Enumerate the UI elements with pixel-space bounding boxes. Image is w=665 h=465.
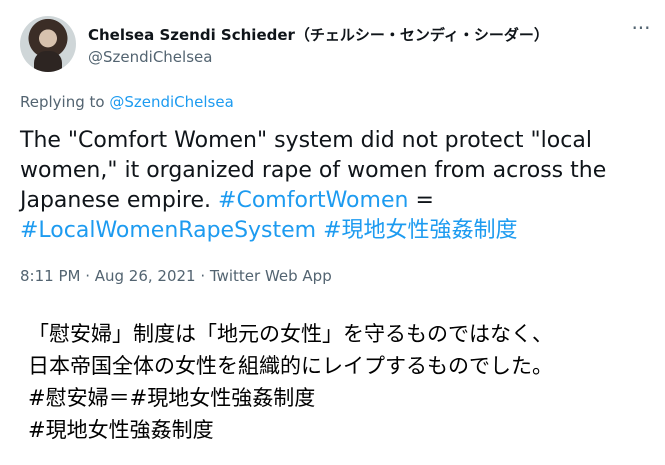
translation-line: #慰安婦＝#現地女性強姦制度: [28, 386, 316, 410]
translation-line: #現地女性強姦制度: [28, 418, 214, 442]
translation-line: 日本帝国全体の女性を組織的にレイプするものでした。: [28, 354, 553, 378]
tweet-card: Chelsea Szendi Schieder（チェルシー・センディ・シーダー）…: [0, 0, 665, 300]
equals-separator: =: [415, 188, 434, 213]
translation-line: 「慰安婦」制度は「地元の女性」を守るものではなく、: [28, 322, 553, 346]
japanese-translation: 「慰安婦」制度は「地元の女性」を守るものではなく、 日本帝国全体の女性を組織的に…: [28, 318, 648, 446]
reply-prefix: Replying to: [20, 93, 105, 111]
hashtag-localwomenrapesystem[interactable]: #LocalWomenRapeSystem: [20, 218, 316, 243]
hashtag-japanese[interactable]: #現地女性強姦制度: [323, 218, 517, 243]
hashtag-comfortwomen[interactable]: #ComfortWomen: [218, 188, 408, 213]
tweet-text: The "Comfort Women" system did not prote…: [20, 126, 645, 246]
tweet-timestamp[interactable]: 8:11 PM · Aug 26, 2021 · Twitter Web App: [20, 267, 332, 285]
reply-to-link[interactable]: @SzendiChelsea: [109, 93, 233, 111]
author-handle[interactable]: @SzendiChelsea: [88, 48, 212, 66]
author-display-name[interactable]: Chelsea Szendi Schieder（チェルシー・センディ・シーダー）: [88, 24, 549, 45]
author-avatar[interactable]: [20, 16, 76, 72]
reply-context: Replying to @SzendiChelsea: [20, 93, 234, 111]
more-options-icon[interactable]: ···: [629, 18, 653, 40]
